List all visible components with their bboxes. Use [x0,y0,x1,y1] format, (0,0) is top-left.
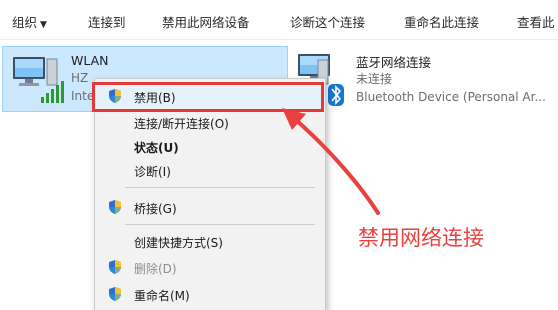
annotation-label: 禁用网络连接 [358,226,484,250]
annotation-arrow-icon [282,108,380,215]
